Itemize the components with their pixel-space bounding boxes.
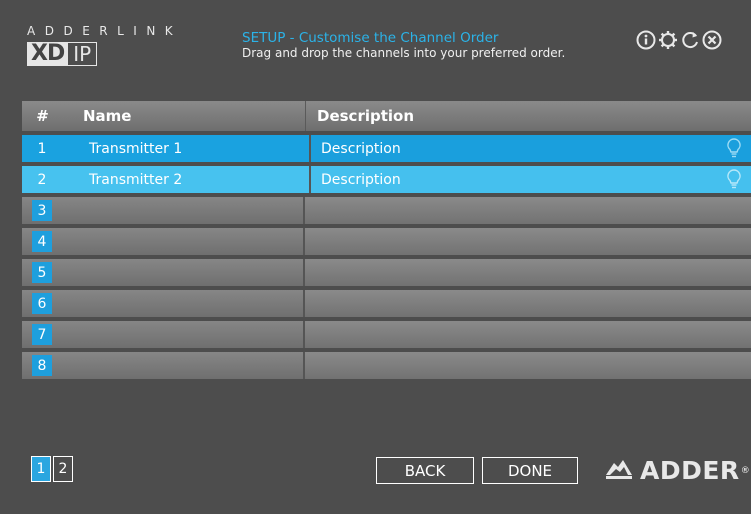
adder-mark-icon bbox=[604, 457, 634, 485]
channel-table: # Name Description 1 Transmitter 1 Descr… bbox=[22, 101, 751, 379]
table-row[interactable]: 1 Transmitter 1 Description bbox=[22, 135, 751, 162]
row-number-cell: 8 bbox=[22, 352, 62, 379]
row-number-badge: 5 bbox=[32, 262, 52, 283]
row-description-text: Description bbox=[321, 171, 401, 188]
row-description bbox=[305, 352, 751, 379]
row-name bbox=[62, 352, 305, 379]
logo-product: XD IP bbox=[27, 42, 98, 66]
column-header-name: Name bbox=[63, 101, 306, 131]
lightbulb-icon[interactable] bbox=[727, 138, 741, 163]
table-header: # Name Description bbox=[22, 101, 751, 131]
logo-wordmark: ADDERLINK bbox=[27, 24, 183, 38]
logo-xd: XD bbox=[27, 42, 69, 66]
row-description bbox=[305, 321, 751, 348]
row-number-cell: 3 bbox=[22, 197, 62, 224]
table-row[interactable]: 5 bbox=[22, 259, 751, 286]
row-name: Transmitter 1 bbox=[68, 135, 311, 162]
page-subtitle: Drag and drop the channels into your pre… bbox=[242, 46, 566, 60]
row-description bbox=[305, 197, 751, 224]
row-number-badge: 8 bbox=[32, 355, 52, 376]
row-name bbox=[62, 228, 305, 255]
row-description bbox=[305, 290, 751, 317]
row-description: Description bbox=[311, 135, 751, 162]
row-name bbox=[62, 321, 305, 348]
table-row[interactable]: 3 bbox=[22, 197, 751, 224]
info-icon[interactable] bbox=[636, 30, 656, 50]
row-name bbox=[62, 259, 305, 286]
row-number: 1 bbox=[37, 140, 47, 157]
refresh-icon[interactable] bbox=[680, 30, 700, 50]
row-number-cell: 4 bbox=[22, 228, 62, 255]
table-row[interactable]: 6 bbox=[22, 290, 751, 317]
table-row[interactable]: 7 bbox=[22, 321, 751, 348]
row-name bbox=[62, 290, 305, 317]
row-description bbox=[305, 228, 751, 255]
table-row[interactable]: 8 bbox=[22, 352, 751, 379]
done-button[interactable]: DONE bbox=[482, 457, 578, 484]
logo-ip: IP bbox=[68, 42, 98, 66]
row-number-cell: 7 bbox=[22, 321, 62, 348]
row-description-text: Description bbox=[321, 140, 401, 157]
page-button-2[interactable]: 2 bbox=[53, 456, 73, 482]
row-number-badge: 7 bbox=[32, 324, 52, 345]
toolbar-icons bbox=[636, 30, 722, 50]
page-title: SETUP - Customise the Channel Order bbox=[242, 30, 499, 46]
table-row[interactable]: 2 Transmitter 2 Description bbox=[22, 166, 751, 193]
adder-logo: ADDER ® bbox=[604, 456, 750, 485]
brand-name: ADDER bbox=[640, 456, 740, 485]
close-icon[interactable] bbox=[702, 30, 722, 50]
table-row[interactable]: 4 bbox=[22, 228, 751, 255]
row-description: Description bbox=[311, 166, 751, 193]
brand-registered: ® bbox=[740, 465, 750, 476]
header: ADDERLINK XD IP SETUP - Customise the Ch… bbox=[0, 0, 751, 92]
column-header-number: # bbox=[36, 107, 49, 125]
row-number: 2 bbox=[37, 171, 47, 188]
row-number-cell: 5 bbox=[22, 259, 62, 286]
row-number-badge: 3 bbox=[32, 200, 52, 221]
row-number-badge: 6 bbox=[32, 293, 52, 314]
row-number-badge: 4 bbox=[32, 231, 52, 252]
row-name bbox=[62, 197, 305, 224]
page-button-1[interactable]: 1 bbox=[31, 456, 51, 482]
lightbulb-icon[interactable] bbox=[727, 169, 741, 194]
settings-icon[interactable] bbox=[658, 30, 678, 50]
row-name: Transmitter 2 bbox=[68, 166, 311, 193]
row-number-cell: 6 bbox=[22, 290, 62, 317]
row-description bbox=[305, 259, 751, 286]
back-button[interactable]: BACK bbox=[376, 457, 474, 484]
column-header-description: Description bbox=[317, 107, 415, 125]
